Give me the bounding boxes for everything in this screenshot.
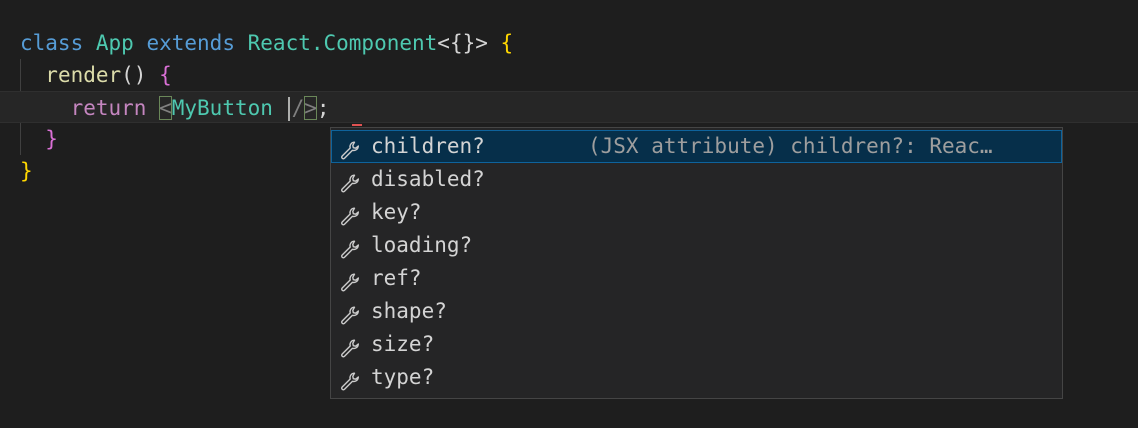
code-editor[interactable]: class App extends React.Component<{}> { … (0, 0, 1138, 428)
suggestion-label: children? (371, 134, 485, 158)
tag-open-bracket: < (159, 96, 172, 120)
suggestion-item[interactable]: shape? (331, 295, 1062, 328)
close-brace: } (20, 159, 33, 183)
open-brace: { (159, 63, 172, 87)
suggestion-item[interactable]: ref? (331, 262, 1062, 295)
open-brace: { (500, 31, 514, 55)
suggestion-label: key? (371, 200, 422, 224)
code-line-3-current[interactable]: return <MyButton />; (0, 91, 1138, 123)
suggestion-item[interactable]: loading? (331, 229, 1062, 262)
wrench-icon (339, 236, 361, 259)
base-class: React.Component (247, 31, 438, 55)
generic-args: <{}> (437, 31, 488, 55)
wrench-icon (339, 269, 361, 292)
close-brace: } (45, 127, 58, 151)
suggestion-item[interactable]: disabled? (331, 163, 1062, 196)
suggestion-item[interactable]: size? (331, 328, 1062, 361)
suggestion-label: disabled? (371, 167, 485, 191)
suggestion-item[interactable]: key? (331, 196, 1062, 229)
tag-slash: / (291, 96, 305, 120)
code-line-2[interactable]: render() { (0, 59, 1138, 91)
suggestion-item[interactable]: children? (JSX attribute) children?: Reac… (331, 130, 1062, 163)
keyword-return: return (70, 96, 147, 120)
class-name: App (95, 31, 134, 55)
suggestion-label: shape? (371, 299, 447, 323)
suggestion-label: type? (371, 365, 435, 389)
wrench-icon (339, 137, 361, 160)
suggestion-label: ref? (371, 266, 422, 290)
suggestion-item[interactable]: type? (331, 361, 1062, 394)
suggestion-widget[interactable]: children? (JSX attribute) children?: Reac… (330, 127, 1063, 399)
wrench-icon (339, 170, 361, 193)
wrench-icon (339, 368, 361, 391)
suggestion-label: size? (371, 332, 435, 356)
text-cursor (287, 97, 290, 121)
keyword-class: class (20, 31, 84, 55)
semicolon: ; (316, 96, 330, 120)
method-name: render (45, 63, 122, 87)
wrench-icon (339, 335, 361, 358)
keyword-extends: extends (146, 31, 235, 55)
wrench-icon (339, 203, 361, 226)
jsx-tag-name: MyButton (171, 96, 273, 120)
method-parens: () (121, 63, 147, 87)
suggestion-label: loading? (371, 233, 473, 257)
code-line-1[interactable]: class App extends React.Component<{}> { (0, 27, 1138, 59)
suggestion-detail: (JSX attribute) children?: Reac… (588, 134, 993, 158)
tag-close-bracket: > (304, 96, 317, 120)
wrench-icon (339, 302, 361, 325)
